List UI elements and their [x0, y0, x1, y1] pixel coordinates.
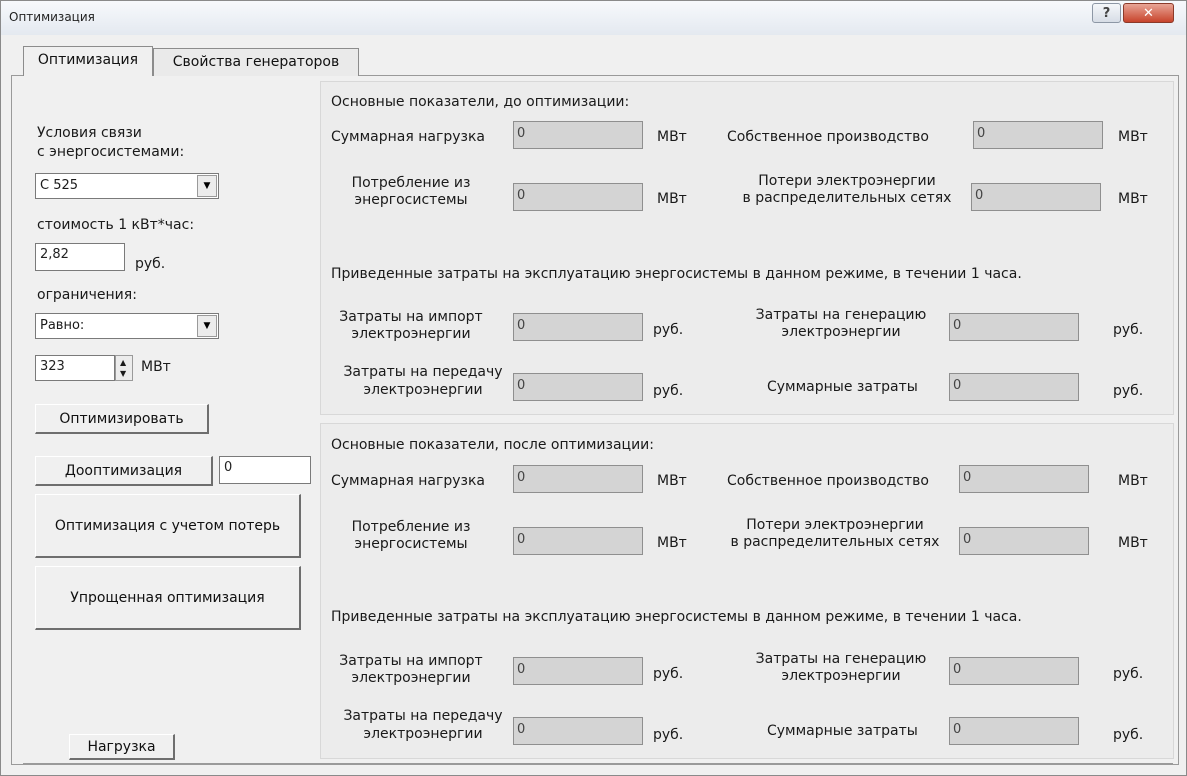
after-import-field: 0	[513, 657, 643, 685]
after-losses-label: Потери электроэнергии в распределительны…	[730, 517, 940, 550]
optimization-window: Оптимизация ? ✕ Оптимизация Свойства ген…	[0, 0, 1187, 776]
conditions-label: Условия связи с энергосистемами:	[37, 125, 185, 160]
mw-unit: МВт	[1118, 535, 1148, 551]
tab-optimization[interactable]: Оптимизация	[23, 46, 153, 76]
reoptimize-button[interactable]: Дооптимизация	[35, 456, 213, 486]
after-import-label: Затраты на импорт электроэнергии	[339, 653, 483, 686]
mw-unit: МВт	[657, 535, 687, 551]
after-own-production-label: Собственное производство	[727, 473, 929, 489]
after-generation-label: Затраты на генерацию электроэнергии	[755, 651, 927, 684]
optimize-with-losses-button[interactable]: Оптимизация с учетом потерь	[35, 494, 301, 558]
after-losses-field: 0	[959, 527, 1089, 555]
before-total-costs-field: 0	[949, 373, 1079, 401]
after-costs-header: Приведенные затраты на эксплуатацию энер…	[331, 609, 1022, 625]
after-consumption-field: 0	[513, 527, 643, 555]
before-header: Основные показатели, до оптимизации:	[331, 94, 630, 110]
reoptimize-input[interactable]: 0	[219, 456, 311, 484]
before-import-field: 0	[513, 313, 643, 341]
before-total-load-field: 0	[513, 121, 643, 149]
mw-unit: МВт	[657, 129, 687, 145]
mw-unit: МВт	[1118, 191, 1148, 207]
before-import-label: Затраты на импорт электроэнергии	[339, 309, 483, 342]
cost-label: стоимость 1 кВт*час:	[37, 217, 195, 233]
before-generation-field: 0	[949, 313, 1079, 341]
mw-unit: МВт	[657, 191, 687, 207]
window-title: Оптимизация	[9, 10, 95, 24]
conditions-value: С 525	[40, 178, 79, 193]
close-icon: ✕	[1143, 5, 1154, 21]
mw-unit: МВт	[1118, 129, 1148, 145]
before-generation-label: Затраты на генерацию электроэнергии	[755, 307, 927, 340]
before-own-production-field: 0	[973, 121, 1103, 149]
rub-unit: руб.	[1113, 383, 1144, 399]
rub-unit: руб.	[1113, 322, 1144, 338]
rub-unit: руб.	[653, 322, 684, 338]
cost-unit: руб.	[135, 256, 166, 272]
after-total-costs-label: Суммарные затраты	[767, 723, 918, 739]
close-button[interactable]: ✕	[1123, 3, 1174, 23]
before-total-load-label: Суммарная нагрузка	[331, 129, 485, 145]
spin-down-icon[interactable]: ▼	[120, 369, 126, 378]
limits-label: ограничения:	[37, 287, 137, 303]
before-costs-header: Приведенные затраты на эксплуатацию энер…	[331, 266, 1022, 282]
tab-generator-properties[interactable]: Свойства генераторов	[153, 48, 359, 76]
after-total-load-label: Суммарная нагрузка	[331, 473, 485, 489]
after-transfer-label: Затраты на передачу электроэнергии	[343, 708, 503, 742]
rub-unit: руб.	[653, 383, 684, 399]
dropdown-arrow-icon[interactable]: ▼	[197, 315, 217, 337]
after-total-costs-field: 0	[949, 717, 1079, 745]
limit-amount-input[interactable]: 323	[35, 355, 115, 381]
simplified-optimization-button[interactable]: Упрощенная оптимизация	[35, 566, 301, 630]
after-generation-field: 0	[949, 657, 1079, 685]
rub-unit: руб.	[653, 727, 684, 743]
before-own-production-label: Собственное производство	[727, 129, 929, 145]
after-transfer-field: 0	[513, 717, 643, 745]
help-button[interactable]: ?	[1092, 3, 1121, 23]
title-bar: Оптимизация ? ✕	[1, 1, 1186, 35]
before-losses-label: Потери электроэнергии в распределительны…	[742, 173, 952, 206]
limits-value: Равно:	[40, 318, 85, 333]
optimize-button[interactable]: Оптимизировать	[35, 404, 209, 434]
conditions-select[interactable]: С 525 ▼	[35, 173, 219, 199]
dropdown-arrow-icon[interactable]: ▼	[197, 175, 217, 197]
after-consumption-label: Потребление из энергосистемы	[351, 519, 471, 552]
before-transfer-label: Затраты на передачу электроэнергии	[343, 364, 503, 398]
spin-up-icon[interactable]: ▲	[120, 358, 126, 367]
limit-spinner[interactable]: ▲ ▼	[115, 355, 133, 381]
load-button[interactable]: Нагрузка	[69, 734, 175, 760]
before-consumption-field: 0	[513, 183, 643, 211]
before-losses-field: 0	[971, 183, 1101, 211]
rub-unit: руб.	[1113, 727, 1144, 743]
before-transfer-field: 0	[513, 373, 643, 401]
before-total-costs-label: Суммарные затраты	[767, 379, 918, 395]
limits-select[interactable]: Равно: ▼	[35, 313, 219, 339]
status-divider	[23, 763, 1173, 764]
rub-unit: руб.	[1113, 666, 1144, 682]
mw-unit: МВт	[1118, 473, 1148, 489]
after-own-production-field: 0	[959, 465, 1089, 493]
question-mark-icon: ?	[1102, 5, 1111, 21]
limit-unit: МВт	[141, 359, 171, 375]
after-header: Основные показатели, после оптимизации:	[331, 437, 654, 453]
mw-unit: МВт	[657, 473, 687, 489]
cost-input[interactable]: 2,82	[35, 243, 125, 271]
before-consumption-label: Потребление из энергосистемы	[351, 175, 471, 208]
after-total-load-field: 0	[513, 465, 643, 493]
rub-unit: руб.	[653, 666, 684, 682]
